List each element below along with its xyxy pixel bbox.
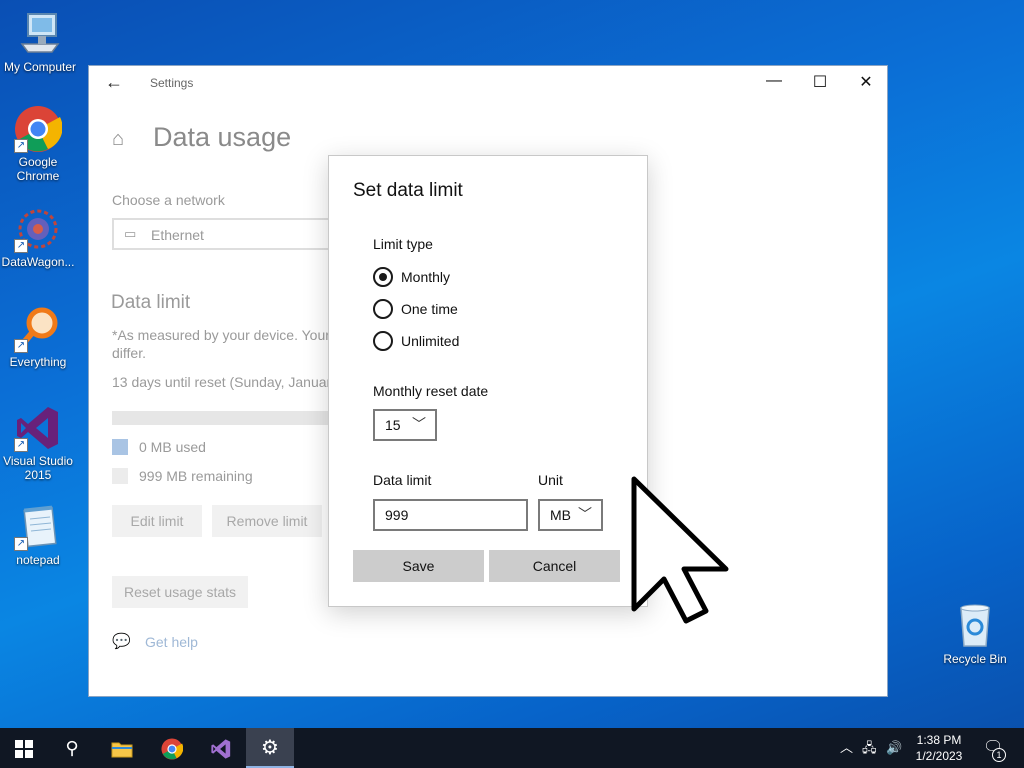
data-limit-input[interactable] [373,499,528,531]
volume-icon[interactable]: 🔊 [886,728,902,768]
network-value: Ethernet [151,227,204,243]
minimize-button[interactable]: — [754,72,794,90]
desktop-icon-notepad[interactable]: ↗ notepad [0,503,76,567]
computer-icon [16,10,64,58]
data-limit-label: Data limit [373,472,432,488]
remaining-swatch [112,468,128,484]
radio-one-time[interactable]: One time [373,298,573,320]
visual-studio-icon [211,739,231,759]
radio-label: Monthly [401,269,451,285]
clock[interactable]: 1:38 PM 1/2/2023 [906,732,972,764]
desktop-icon-label: Visual Studio 2015 [3,454,73,482]
page-title: Data usage [153,122,292,152]
desktop-icon-label: My Computer [3,60,77,74]
desktop-icon-visual-studio[interactable]: ↗ Visual Studio 2015 [0,404,76,482]
folder-icon [111,742,133,758]
shortcut-arrow-icon: ↗ [14,339,28,353]
reset-date-dropdown[interactable]: 15 ﹀ [373,409,437,441]
limit-type-label: Limit type [373,236,433,252]
desktop-icon-everything[interactable]: ↗ Everything [0,305,76,369]
unit-label: Unit [538,472,563,488]
edit-limit-button[interactable]: Edit limit [112,505,202,537]
reset-date-value: 15 [385,417,401,433]
remove-limit-button[interactable]: Remove limit [212,505,322,537]
shortcut-arrow-icon: ↗ [14,139,28,153]
reset-date-label: Monthly reset date [373,383,489,399]
search-button[interactable]: ⚲ [48,728,96,768]
radio-monthly[interactable]: Monthly [373,266,573,288]
window-title: Settings [150,76,194,90]
shortcut-arrow-icon: ↗ [14,537,28,551]
desktop-icon-recycle-bin[interactable]: Recycle Bin [937,602,1013,666]
ethernet-icon: ▭ [124,226,137,241]
recycle-bin-icon [951,602,999,650]
taskbar-settings[interactable]: ⚙ [246,728,294,768]
network-icon[interactable]: 🖧 [862,728,877,768]
notification-count-badge: 1 [992,748,1006,762]
data-limit-heading: Data limit [111,292,191,313]
desktop-icon-label: notepad [16,553,60,567]
used-text: 0 MB used [139,439,206,455]
start-button[interactable] [0,728,48,768]
maximize-button[interactable]: ☐ [800,72,840,92]
mouse-pointer-icon [631,476,729,624]
magnifier-icon: ↗ [14,305,62,353]
desktop-icon-label: DataWagon... [1,255,75,269]
radio-unlimited[interactable]: Unlimited [373,330,573,352]
home-icon[interactable]: ⌂ [112,128,124,151]
desktop-icon-my-computer[interactable]: My Computer [2,10,78,74]
unit-dropdown[interactable]: MB ﹀ [538,499,603,531]
reset-info: 13 days until reset (Sunday, January [112,374,339,390]
taskbar: ⚲ ⚙ ︿ 🖧 🔊 1:38 PM 1/2/2023 🗨 1 [0,728,1024,768]
help-chat-icon: 💬 [112,633,131,650]
clock-date: 1/2/2023 [915,749,963,763]
taskbar-visual-studio[interactable] [197,728,245,768]
visual-studio-icon: ↗ [14,404,62,452]
radio-unselected-icon [373,331,393,351]
dialog-title: Set data limit [353,180,463,201]
windows-logo-icon [15,740,33,759]
usage-progress-bar [112,411,352,425]
gear-icon: ⚙ [261,737,279,759]
show-hidden-icons-chevron-icon[interactable]: ︿ [840,728,853,768]
back-arrow-icon[interactable]: ← [105,72,123,93]
get-help-link[interactable]: Get help [145,634,198,650]
reset-usage-stats-button[interactable]: Reset usage stats [112,576,248,608]
unit-value: MB [550,507,571,523]
title-bar: ← Settings — ☐ ✕ [89,66,887,98]
chevron-down-icon: ﹀ [412,416,426,432]
set-data-limit-dialog: Set data limit Limit type Monthly One ti… [328,155,648,607]
radio-selected-icon [373,267,393,287]
radio-unselected-icon [373,299,393,319]
choose-network-label: Choose a network [112,192,225,208]
chrome-icon: ↗ [14,105,63,153]
desktop-icon-datawagon[interactable]: ↗ DataWagon... [0,205,76,269]
remaining-text: 999 MB remaining [139,468,253,484]
used-swatch [112,439,128,455]
shortcut-arrow-icon: ↗ [14,438,28,452]
taskbar-chrome[interactable] [148,728,196,768]
clock-time: 1:38 PM [916,733,962,747]
chrome-icon [161,738,184,760]
search-icon: ⚲ [65,738,79,758]
measured-note-line2: differ. [112,345,146,361]
desktop-icon-google-chrome[interactable]: ↗ Google Chrome [0,105,76,183]
datawagon-icon: ↗ [14,205,62,253]
cancel-button[interactable]: Cancel [489,550,620,582]
measured-note-line1: *As measured by your device. Your [112,327,330,343]
close-button[interactable]: ✕ [846,72,886,92]
notepad-icon: ↗ [14,503,62,551]
radio-label: One time [401,301,458,317]
shortcut-arrow-icon: ↗ [14,239,28,253]
desktop-icon-label: Google Chrome [16,155,60,183]
radio-label: Unlimited [401,333,460,349]
chevron-down-icon: ﹀ [578,506,592,522]
desktop-icon-label: Recycle Bin [943,652,1007,666]
taskbar-file-explorer[interactable] [98,728,146,768]
desktop-icon-label: Everything [9,355,67,369]
save-button[interactable]: Save [353,550,484,582]
